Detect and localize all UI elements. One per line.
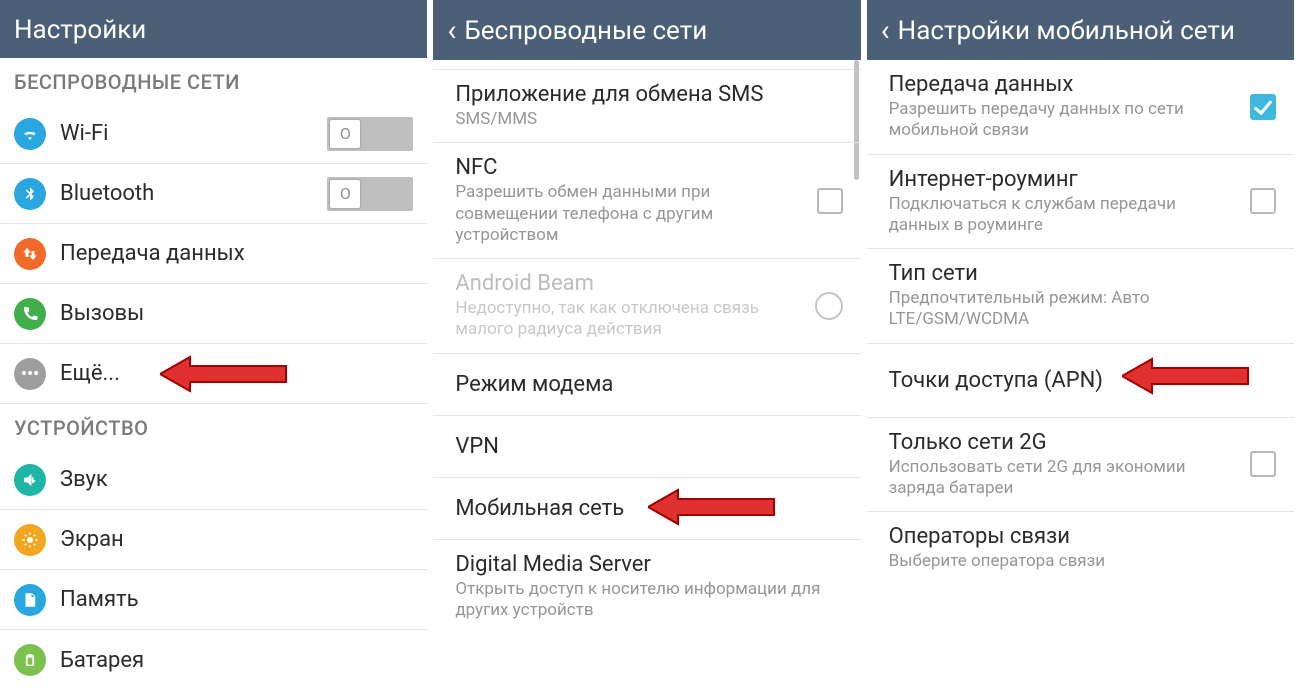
header-mobile[interactable]: ‹ Настройки мобильной сети <box>867 0 1294 60</box>
row-wifi[interactable]: Wi-Fi O <box>0 104 427 164</box>
sound-icon <box>14 464 46 496</box>
settings-panel: Настройки БЕСПРОВОДНЫЕ СЕТИ Wi-Fi O Blue… <box>0 0 433 679</box>
row-sound[interactable]: Звук <box>0 450 427 510</box>
section-device: УСТРОЙСТВО <box>0 404 427 450</box>
row-sms[interactable]: Приложение для обмена SMS SMS/MMS <box>433 70 860 143</box>
wireless-panel: ‹ Беспроводные сети Приложение для обмен… <box>433 0 866 679</box>
g2-sub: Использовать сети 2G для экономии заряда… <box>889 457 1240 500</box>
beam-title: Android Beam <box>455 271 804 296</box>
dms-title: Digital Media Server <box>455 552 832 577</box>
wifi-toggle[interactable]: O <box>327 117 413 151</box>
screen-icon <box>14 524 46 556</box>
apn-label: Точки доступа (APN) <box>889 368 1103 393</box>
p3-data-sub: Разрешить передачу данных по сети мобиль… <box>889 99 1240 142</box>
g2-title: Только сети 2G <box>889 430 1240 455</box>
row-apn[interactable]: Точки доступа (APN) <box>867 344 1294 418</box>
wifi-label: Wi-Fi <box>60 121 327 146</box>
row-nfc[interactable]: NFC Разрешить обмен данными при совмещен… <box>433 143 860 259</box>
roaming-sub: Подключаться к службам передачи данных в… <box>889 194 1240 237</box>
header-title: Настройки <box>14 15 146 45</box>
row-p3-data[interactable]: Передача данных Разрешить передачу данны… <box>867 60 1294 155</box>
row-calls[interactable]: Вызовы <box>0 284 427 344</box>
row-memory[interactable]: Память <box>0 570 427 630</box>
row-dms[interactable]: Digital Media Server Открыть доступ к но… <box>433 540 860 634</box>
mobile-panel: ‹ Настройки мобильной сети Передача данн… <box>867 0 1300 679</box>
row-bluetooth[interactable]: Bluetooth O <box>0 164 427 224</box>
bluetooth-label: Bluetooth <box>60 181 327 206</box>
sound-label: Звук <box>60 467 413 492</box>
op-title: Операторы связи <box>889 524 1266 549</box>
row-battery[interactable]: Батарея <box>0 630 427 690</box>
row-2g[interactable]: Только сети 2G Использовать сети 2G для … <box>867 418 1294 513</box>
beam-sub: Недоступно, так как отключена связь мало… <box>455 298 804 341</box>
nfc-title: NFC <box>455 155 806 180</box>
row-beam: Android Beam Недоступно, так как отключе… <box>433 259 860 354</box>
header-title: Настройки мобильной сети <box>898 16 1235 46</box>
p3-data-title: Передача данных <box>889 72 1240 97</box>
screen-label: Экран <box>60 527 413 552</box>
header-title: Беспроводные сети <box>464 16 707 46</box>
row-vpn[interactable]: VPN <box>433 416 860 478</box>
nfc-sub: Разрешить обмен данными при совмещении т… <box>455 182 806 246</box>
wifi-icon <box>14 118 46 150</box>
beam-toggle <box>815 292 843 320</box>
roaming-checkbox[interactable] <box>1250 188 1276 214</box>
nfc-checkbox[interactable] <box>817 188 843 214</box>
bluetooth-icon <box>14 178 46 210</box>
call-icon <box>14 298 46 330</box>
header-settings: Настройки <box>0 0 427 58</box>
calls-label: Вызовы <box>60 301 413 326</box>
row-more[interactable]: ••• Ещё... <box>0 344 427 404</box>
nettype-title: Тип сети <box>889 261 1266 286</box>
data-icon <box>14 238 46 270</box>
mobile-label: Мобильная сеть <box>455 496 624 521</box>
arrow-annotation-icon <box>1122 354 1252 398</box>
p3-data-checkbox[interactable] <box>1250 94 1276 120</box>
op-sub: Выберите оператора связи <box>889 551 1266 572</box>
row-screen[interactable]: Экран <box>0 510 427 570</box>
row-roaming[interactable]: Интернет-роуминг Подключаться к службам … <box>867 155 1294 250</box>
nettype-sub: Предпочтительный режим: Авто LTE/GSM/WCD… <box>889 288 1266 331</box>
bluetooth-toggle[interactable]: O <box>327 177 413 211</box>
back-icon[interactable]: ‹ <box>447 16 456 46</box>
arrow-annotation-icon <box>648 485 778 529</box>
battery-icon <box>14 644 46 676</box>
header-wireless[interactable]: ‹ Беспроводные сети <box>433 0 860 60</box>
memory-label: Память <box>60 587 413 612</box>
roaming-title: Интернет-роуминг <box>889 167 1240 192</box>
row-nettype[interactable]: Тип сети Предпочтительный режим: Авто LT… <box>867 249 1294 344</box>
more-icon: ••• <box>14 358 46 390</box>
battery-label: Батарея <box>60 648 413 673</box>
data-label: Передача данных <box>60 241 413 266</box>
row-data[interactable]: Передача данных <box>0 224 427 284</box>
row-mobile[interactable]: Мобильная сеть <box>433 478 860 540</box>
more-label: Ещё... <box>60 361 413 386</box>
dms-sub: Открыть доступ к носителю информации для… <box>455 579 832 622</box>
g2-checkbox[interactable] <box>1250 451 1276 477</box>
sms-title: Приложение для обмена SMS <box>455 82 832 107</box>
row-operators[interactable]: Операторы связи Выберите оператора связи <box>867 512 1294 584</box>
row-modem[interactable]: Режим модема <box>433 354 860 416</box>
memory-icon <box>14 584 46 616</box>
sms-sub: SMS/MMS <box>455 109 832 130</box>
section-wireless: БЕСПРОВОДНЫЕ СЕТИ <box>0 58 427 104</box>
back-icon[interactable]: ‹ <box>881 16 890 46</box>
